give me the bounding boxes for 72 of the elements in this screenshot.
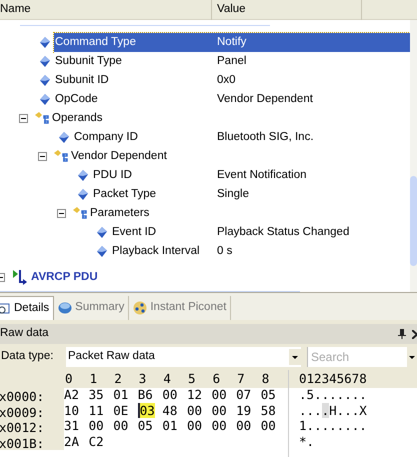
hex-byte[interactable]: 00 (88, 418, 104, 434)
data-type-label: Data type: (0, 349, 54, 364)
tab[interactable]: Summary (56, 296, 130, 320)
group-icon (35, 112, 51, 125)
hex-byte[interactable]: 00 (186, 402, 202, 418)
tab[interactable]: Instant Piconet (131, 296, 232, 320)
ascii-text: .5....... (299, 386, 367, 404)
hex-byte[interactable]: 00 (212, 418, 227, 434)
diamond-icon (78, 170, 88, 181)
column-header: 0 (65, 370, 74, 388)
column-header: 2 (114, 370, 123, 388)
hex-byte[interactable]: 03 (138, 402, 155, 418)
hex-byte[interactable]: 58 (260, 402, 276, 418)
scrollbar[interactable] (410, 20, 417, 292)
search-field[interactable]: Search (308, 347, 407, 367)
close-icon[interactable] (412, 330, 417, 338)
column-header: 8 (262, 370, 270, 388)
hex-byte[interactable]: A2 (64, 387, 80, 402)
hex-byte[interactable]: 0E (113, 402, 128, 418)
column-header: 012345678 (299, 370, 367, 388)
diamond-icon (40, 56, 50, 67)
hex-byte[interactable]: 05 (138, 418, 153, 434)
diamond-icon (97, 227, 107, 238)
hex-byte[interactable]: 00 (212, 402, 227, 418)
expand-toggle[interactable] (57, 209, 66, 218)
column-header: 3 (138, 370, 148, 388)
hex-byte[interactable]: 00 (162, 387, 178, 402)
hex-byte[interactable]: 19 (236, 402, 252, 418)
column-header: 6 (212, 370, 222, 388)
hex-byte[interactable]: B6 (138, 387, 153, 402)
hex-byte[interactable]: 05 (260, 387, 276, 402)
hex-byte[interactable]: 35 (88, 387, 104, 402)
group-icon (54, 150, 70, 163)
column-header: 4 (163, 370, 172, 388)
packet-title[interactable]: AVRCP PDU (31, 268, 98, 286)
hex-byte[interactable]: 01 (162, 418, 178, 434)
diamond-icon (59, 132, 69, 143)
diamond-icon (97, 246, 107, 257)
group-icon (73, 207, 89, 220)
hex-byte[interactable]: 11 (88, 402, 104, 418)
column-header: 7 (237, 370, 246, 388)
hex-byte[interactable]: 00 (212, 387, 227, 402)
diamond-icon (40, 75, 50, 86)
hex-byte[interactable]: 00 (186, 418, 202, 434)
packet-icon (13, 270, 27, 286)
pin-icon[interactable] (398, 329, 406, 339)
ascii-text: 1........ (299, 417, 367, 436)
hex-byte[interactable]: 12 (186, 387, 202, 402)
data-type-dropdown[interactable]: Packet Raw data (66, 347, 301, 367)
hex-byte[interactable]: 01 (113, 387, 128, 402)
expand-toggle[interactable] (19, 114, 28, 123)
ascii-text: *. (299, 432, 314, 451)
tree-row[interactable]: Command Type Notify (54, 33, 410, 52)
hex-byte[interactable]: 31 (64, 418, 80, 434)
tab[interactable]: Details (0, 296, 54, 320)
hex-byte[interactable]: 00 (260, 418, 276, 434)
column-header: 5 (188, 370, 196, 388)
hex-byte[interactable]: 10 (64, 402, 80, 418)
hex-byte[interactable]: 00 (236, 418, 252, 434)
network-icon (133, 301, 148, 315)
ascii-text: ....H...X (299, 402, 367, 420)
column-header: 1 (90, 370, 98, 388)
panel-title: Raw data (0, 326, 50, 342)
hex-byte[interactable]: 2A (64, 434, 80, 449)
hex-byte[interactable]: C2 (88, 434, 104, 449)
expand-toggle[interactable] (38, 152, 47, 161)
hex-byte[interactable]: 00 (113, 418, 128, 434)
hex-byte[interactable]: 07 (236, 387, 252, 402)
diamond-icon (40, 94, 50, 105)
diamond-icon (78, 189, 88, 200)
diamond-icon (40, 37, 50, 48)
hex-byte[interactable]: 48 (162, 402, 178, 418)
